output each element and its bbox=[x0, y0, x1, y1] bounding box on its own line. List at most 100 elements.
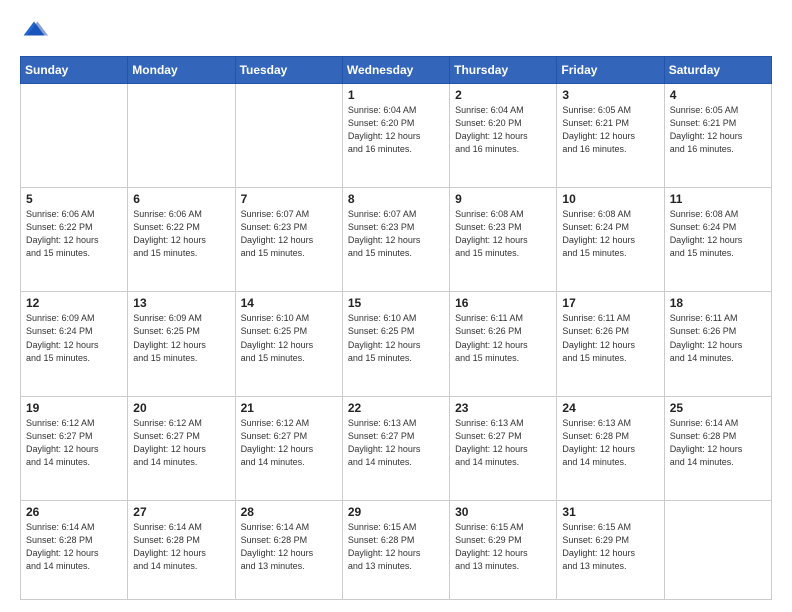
calendar-cell: 16Sunrise: 6:11 AM Sunset: 6:26 PM Dayli… bbox=[450, 292, 557, 396]
day-info: Sunrise: 6:08 AM Sunset: 6:24 PM Dayligh… bbox=[562, 208, 658, 260]
calendar-cell bbox=[235, 84, 342, 188]
calendar-cell: 20Sunrise: 6:12 AM Sunset: 6:27 PM Dayli… bbox=[128, 396, 235, 500]
day-number: 22 bbox=[348, 401, 444, 415]
calendar-cell: 17 Sunrise: 6:11 AM Sunset: 6:26 PM Dayli… bbox=[557, 292, 664, 396]
calendar-cell: 1 Sunrise: 6:04 AM Sunset: 6:20 PM Daylig… bbox=[342, 84, 449, 188]
day-info: Sunrise: 6:10 AM Sunset: 6:25 PM Dayligh… bbox=[241, 312, 337, 364]
day-number: 15 bbox=[348, 296, 444, 310]
calendar-cell bbox=[21, 84, 128, 188]
col-header-wednesday: Wednesday bbox=[342, 57, 449, 84]
day-info: Sunrise: 6:11 AM Sunset: 6:26 PM Dayligh… bbox=[670, 312, 766, 364]
day-number: 5 bbox=[26, 192, 122, 206]
calendar-cell: 19 Sunrise: 6:12 AM Sunset: 6:27 PM Dayli… bbox=[21, 396, 128, 500]
calendar-week-1: 5 Sunrise: 6:06 AM Sunset: 6:22 PM Daylig… bbox=[21, 188, 772, 292]
calendar-cell: 7 Sunrise: 6:07 AM Sunset: 6:23 PM Daylig… bbox=[235, 188, 342, 292]
calendar-cell: 2 Sunrise: 6:04 AM Sunset: 6:20 PM Daylig… bbox=[450, 84, 557, 188]
day-info: Sunrise: 6:08 AM Sunset: 6:23 PM Dayligh… bbox=[455, 208, 551, 260]
calendar-cell: 5 Sunrise: 6:06 AM Sunset: 6:22 PM Daylig… bbox=[21, 188, 128, 292]
day-number: 8 bbox=[348, 192, 444, 206]
day-number: 19 bbox=[26, 401, 122, 415]
day-info: Sunrise: 6:08 AM Sunset: 6:24 PM Dayligh… bbox=[670, 208, 766, 260]
calendar-cell: 3 Sunrise: 6:05 AM Sunset: 6:21 PM Daylig… bbox=[557, 84, 664, 188]
day-number: 2 bbox=[455, 88, 551, 102]
day-number: 9 bbox=[455, 192, 551, 206]
day-number: 30 bbox=[455, 505, 551, 519]
day-info: Sunrise: 6:15 AM Sunset: 6:28 PM Dayligh… bbox=[348, 521, 444, 573]
calendar-cell: 27Sunrise: 6:14 AM Sunset: 6:28 PM Dayli… bbox=[128, 500, 235, 599]
day-number: 12 bbox=[26, 296, 122, 310]
calendar-cell: 29 Sunrise: 6:15 AM Sunset: 6:28 PM Dayli… bbox=[342, 500, 449, 599]
day-info: Sunrise: 6:06 AM Sunset: 6:22 PM Dayligh… bbox=[26, 208, 122, 260]
calendar-cell bbox=[664, 500, 771, 599]
day-number: 28 bbox=[241, 505, 337, 519]
calendar-cell: 24 Sunrise: 6:13 AM Sunset: 6:28 PM Dayli… bbox=[557, 396, 664, 500]
day-info: Sunrise: 6:13 AM Sunset: 6:28 PM Dayligh… bbox=[562, 417, 658, 469]
col-header-sunday: Sunday bbox=[21, 57, 128, 84]
calendar-cell: 13 Sunrise: 6:09 AM Sunset: 6:25 PM Dayli… bbox=[128, 292, 235, 396]
day-info: Sunrise: 6:04 AM Sunset: 6:20 PM Dayligh… bbox=[348, 104, 444, 156]
day-number: 20 bbox=[133, 401, 229, 415]
day-info: Sunrise: 6:05 AM Sunset: 6:21 PM Dayligh… bbox=[562, 104, 658, 156]
calendar-cell: 14 Sunrise: 6:10 AM Sunset: 6:25 PM Dayli… bbox=[235, 292, 342, 396]
day-info: Sunrise: 6:09 AM Sunset: 6:25 PM Dayligh… bbox=[133, 312, 229, 364]
day-number: 4 bbox=[670, 88, 766, 102]
col-header-saturday: Saturday bbox=[664, 57, 771, 84]
page: SundayMondayTuesdayWednesdayThursdayFrid… bbox=[0, 0, 792, 612]
day-number: 18 bbox=[670, 296, 766, 310]
day-info: Sunrise: 6:15 AM Sunset: 6:29 PM Dayligh… bbox=[562, 521, 658, 573]
calendar-cell: 9 Sunrise: 6:08 AM Sunset: 6:23 PM Daylig… bbox=[450, 188, 557, 292]
calendar-week-0: 1 Sunrise: 6:04 AM Sunset: 6:20 PM Daylig… bbox=[21, 84, 772, 188]
calendar-cell: 31 Sunrise: 6:15 AM Sunset: 6:29 PM Dayli… bbox=[557, 500, 664, 599]
day-info: Sunrise: 6:11 AM Sunset: 6:26 PM Dayligh… bbox=[562, 312, 658, 364]
day-number: 6 bbox=[133, 192, 229, 206]
day-number: 11 bbox=[670, 192, 766, 206]
calendar-cell: 11 Sunrise: 6:08 AM Sunset: 6:24 PM Dayli… bbox=[664, 188, 771, 292]
calendar-cell: 10 Sunrise: 6:08 AM Sunset: 6:24 PM Dayli… bbox=[557, 188, 664, 292]
day-number: 29 bbox=[348, 505, 444, 519]
calendar-header-row: SundayMondayTuesdayWednesdayThursdayFrid… bbox=[21, 57, 772, 84]
day-number: 23 bbox=[455, 401, 551, 415]
calendar-table: SundayMondayTuesdayWednesdayThursdayFrid… bbox=[20, 56, 772, 600]
calendar-cell bbox=[128, 84, 235, 188]
day-number: 24 bbox=[562, 401, 658, 415]
day-number: 17 bbox=[562, 296, 658, 310]
day-info: Sunrise: 6:04 AM Sunset: 6:20 PM Dayligh… bbox=[455, 104, 551, 156]
day-info: Sunrise: 6:12 AM Sunset: 6:27 PM Dayligh… bbox=[26, 417, 122, 469]
day-number: 10 bbox=[562, 192, 658, 206]
col-header-thursday: Thursday bbox=[450, 57, 557, 84]
day-number: 7 bbox=[241, 192, 337, 206]
day-number: 27 bbox=[133, 505, 229, 519]
day-info: Sunrise: 6:13 AM Sunset: 6:27 PM Dayligh… bbox=[455, 417, 551, 469]
day-number: 3 bbox=[562, 88, 658, 102]
calendar-cell: 4Sunrise: 6:05 AM Sunset: 6:21 PM Daylig… bbox=[664, 84, 771, 188]
day-info: Sunrise: 6:07 AM Sunset: 6:23 PM Dayligh… bbox=[348, 208, 444, 260]
calendar-week-3: 19 Sunrise: 6:12 AM Sunset: 6:27 PM Dayli… bbox=[21, 396, 772, 500]
day-info: Sunrise: 6:07 AM Sunset: 6:23 PM Dayligh… bbox=[241, 208, 337, 260]
calendar-cell: 15 Sunrise: 6:10 AM Sunset: 6:25 PM Dayli… bbox=[342, 292, 449, 396]
calendar-cell: 26Sunrise: 6:14 AM Sunset: 6:28 PM Dayli… bbox=[21, 500, 128, 599]
day-number: 21 bbox=[241, 401, 337, 415]
logo bbox=[20, 18, 52, 46]
day-number: 31 bbox=[562, 505, 658, 519]
day-number: 13 bbox=[133, 296, 229, 310]
calendar-cell: 6 Sunrise: 6:06 AM Sunset: 6:22 PM Daylig… bbox=[128, 188, 235, 292]
day-info: Sunrise: 6:12 AM Sunset: 6:27 PM Dayligh… bbox=[241, 417, 337, 469]
day-info: Sunrise: 6:13 AM Sunset: 6:27 PM Dayligh… bbox=[348, 417, 444, 469]
day-info: Sunrise: 6:10 AM Sunset: 6:25 PM Dayligh… bbox=[348, 312, 444, 364]
day-number: 14 bbox=[241, 296, 337, 310]
calendar-cell: 12 Sunrise: 6:09 AM Sunset: 6:24 PM Dayli… bbox=[21, 292, 128, 396]
day-number: 16 bbox=[455, 296, 551, 310]
day-info: Sunrise: 6:14 AM Sunset: 6:28 PM Dayligh… bbox=[26, 521, 122, 573]
day-info: Sunrise: 6:15 AM Sunset: 6:29 PM Dayligh… bbox=[455, 521, 551, 573]
calendar-cell: 28Sunrise: 6:14 AM Sunset: 6:28 PM Dayli… bbox=[235, 500, 342, 599]
header bbox=[20, 18, 772, 46]
day-number: 1 bbox=[348, 88, 444, 102]
day-info: Sunrise: 6:09 AM Sunset: 6:24 PM Dayligh… bbox=[26, 312, 122, 364]
calendar-cell: 30 Sunrise: 6:15 AM Sunset: 6:29 PM Dayli… bbox=[450, 500, 557, 599]
day-number: 25 bbox=[670, 401, 766, 415]
col-header-friday: Friday bbox=[557, 57, 664, 84]
calendar-cell: 22 Sunrise: 6:13 AM Sunset: 6:27 PM Dayli… bbox=[342, 396, 449, 500]
day-info: Sunrise: 6:06 AM Sunset: 6:22 PM Dayligh… bbox=[133, 208, 229, 260]
calendar-cell: 23 Sunrise: 6:13 AM Sunset: 6:27 PM Dayli… bbox=[450, 396, 557, 500]
calendar-week-2: 12 Sunrise: 6:09 AM Sunset: 6:24 PM Dayli… bbox=[21, 292, 772, 396]
